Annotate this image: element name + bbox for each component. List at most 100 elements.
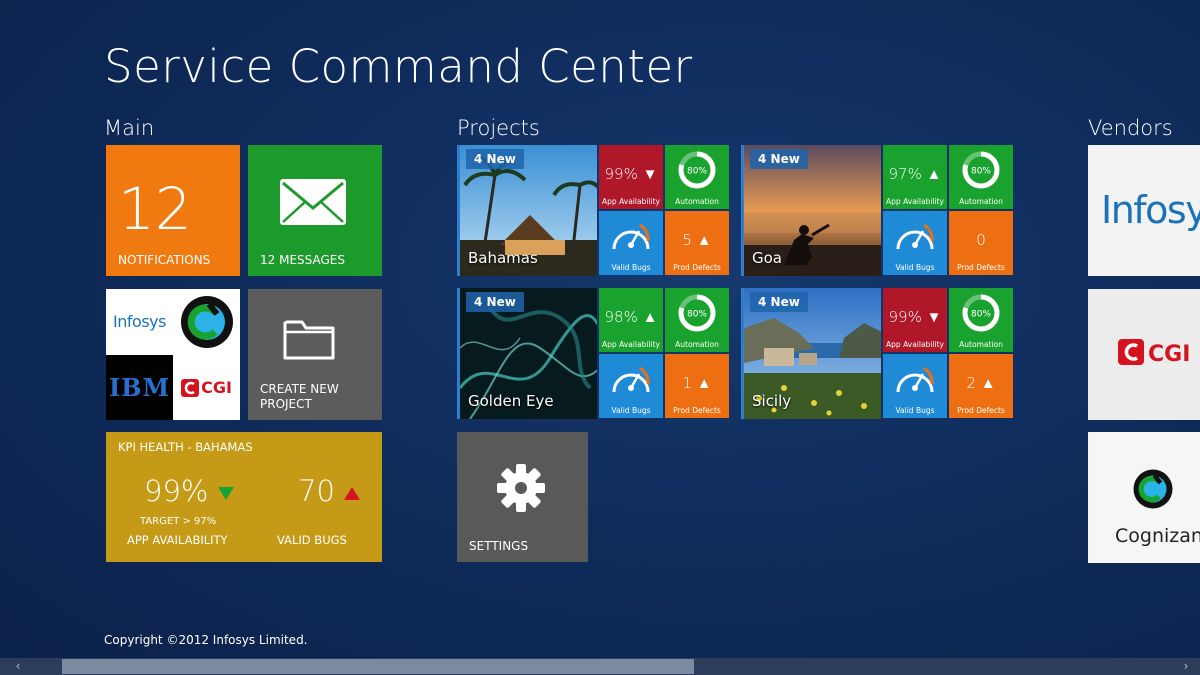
project-tile-goa[interactable]: 4 New Goa 97% ▲ App Availability 80% Aut… bbox=[741, 145, 1013, 276]
messages-tile[interactable]: 12 MESSAGES bbox=[248, 145, 382, 276]
gauge-icon bbox=[896, 223, 934, 250]
trend-down-icon: ▼ bbox=[642, 165, 658, 183]
project-image-golden-eye: 4 New Golden Eye bbox=[457, 288, 597, 419]
trend-up-icon bbox=[344, 487, 361, 500]
trend-down-icon: ▼ bbox=[926, 308, 942, 326]
kpi-availability-value: 99% bbox=[144, 474, 234, 508]
settings-tile[interactable]: SETTINGS bbox=[457, 432, 588, 562]
notifications-count: 12 bbox=[118, 175, 192, 243]
prod-defects-number: 5 bbox=[682, 231, 692, 249]
create-project-tile[interactable]: CREATE NEW PROJECT bbox=[248, 289, 382, 420]
vendor-tile-cognizant[interactable]: Cognizant bbox=[1088, 432, 1200, 563]
availability-number: 99% bbox=[604, 165, 638, 183]
cgi-logo-text: CGI bbox=[201, 378, 232, 397]
project-name: Bahamas bbox=[468, 249, 538, 267]
group-title-main: Main bbox=[104, 116, 155, 140]
new-badge: 4 New bbox=[466, 292, 524, 312]
project-image-bahamas: 4 New Bahamas bbox=[457, 145, 597, 276]
automation-label: Automation bbox=[959, 197, 1003, 206]
create-project-line2: PROJECT bbox=[260, 397, 312, 411]
automation-value: 80% bbox=[687, 167, 707, 177]
availability-number: 98% bbox=[604, 308, 638, 326]
progress-ring-icon: 80% bbox=[962, 294, 1000, 332]
automation-label: Automation bbox=[959, 340, 1003, 349]
availability-number: 99% bbox=[888, 308, 922, 326]
trend-down-icon bbox=[217, 487, 234, 500]
horizontal-scrollbar[interactable]: ‹ › bbox=[0, 658, 1200, 675]
gauge-icon bbox=[896, 366, 934, 393]
trend-up-icon: ▲ bbox=[696, 374, 712, 392]
prod-defects-number: 2 bbox=[966, 374, 976, 392]
mini-tile-prod-defects: 5 ▲ Prod Defects bbox=[665, 211, 729, 275]
trend-up-icon: ▲ bbox=[642, 308, 658, 326]
scroll-right-icon[interactable]: › bbox=[1176, 658, 1196, 675]
automation-label: Automation bbox=[675, 197, 719, 206]
vendor-logos-tile[interactable]: Infosys IBM CGI bbox=[106, 289, 240, 420]
gauge-icon bbox=[612, 223, 650, 250]
envelope-icon bbox=[280, 179, 346, 225]
automation-value: 80% bbox=[971, 167, 991, 177]
notifications-tile[interactable]: 12 NOTIFICATIONS bbox=[106, 145, 240, 276]
availability-value: 99% ▼ bbox=[599, 165, 663, 183]
create-project-line1: CREATE NEW bbox=[260, 382, 339, 396]
prod-defects-label: Prod Defects bbox=[957, 406, 1005, 415]
prod-defects-label: Prod Defects bbox=[957, 263, 1005, 272]
mini-tile-valid-bugs: Valid Bugs bbox=[599, 211, 663, 275]
folder-icon bbox=[283, 320, 335, 360]
prod-defects-value: 1 ▲ bbox=[665, 374, 729, 392]
project-name: Sicily bbox=[752, 392, 792, 410]
kpi-bugs-value: 70 bbox=[298, 474, 361, 508]
project-name: Goa bbox=[752, 249, 782, 267]
availability-value: 97% ▲ bbox=[883, 165, 947, 183]
mini-tile-prod-defects: 2 ▲ Prod Defects bbox=[949, 354, 1013, 418]
automation-value: 80% bbox=[687, 310, 707, 320]
new-badge: 4 New bbox=[750, 149, 808, 169]
ibm-logo-text: IBM bbox=[108, 373, 171, 402]
kpi-bugs-label: VALID BUGS bbox=[277, 533, 347, 547]
ibm-logo-cell: IBM bbox=[106, 355, 173, 420]
create-project-label: CREATE NEW PROJECT bbox=[260, 382, 339, 412]
availability-label: App Availability bbox=[602, 340, 660, 349]
group-title-vendors: Vendors bbox=[1088, 116, 1173, 140]
mini-tile-availability: 98% ▲ App Availability bbox=[599, 288, 663, 352]
prod-defects-value: 0 bbox=[976, 231, 986, 249]
cognizant-vendor-logo: Cognizant bbox=[1115, 525, 1200, 547]
availability-value: 99% ▼ bbox=[883, 308, 947, 326]
automation-value: 80% bbox=[971, 310, 991, 320]
new-badge: 4 New bbox=[466, 149, 524, 169]
mini-tile-valid-bugs: Valid Bugs bbox=[883, 211, 947, 275]
scrollbar-thumb[interactable] bbox=[62, 659, 694, 674]
notifications-label: NOTIFICATIONS bbox=[118, 253, 211, 267]
kpi-health-tile[interactable]: KPI HEALTH - BAHAMAS 99% TARGET > 97% AP… bbox=[106, 432, 382, 562]
mini-tile-automation: 80% Automation bbox=[665, 288, 729, 352]
prod-defects-number: 1 bbox=[682, 374, 692, 392]
scroll-left-icon[interactable]: ‹ bbox=[8, 658, 28, 675]
cognizant-logo-icon bbox=[180, 295, 233, 348]
prod-defects-label: Prod Defects bbox=[673, 406, 721, 415]
mini-tile-automation: 80% Automation bbox=[949, 288, 1013, 352]
new-badge: 4 New bbox=[750, 292, 808, 312]
trend-up-icon: ▲ bbox=[980, 374, 996, 392]
cognizant-logo-cell bbox=[173, 289, 240, 354]
infosys-logo-text: Infosys bbox=[113, 312, 166, 331]
mini-tile-availability: 97% ▲ App Availability bbox=[883, 145, 947, 209]
kpi-target: TARGET > 97% bbox=[140, 516, 217, 527]
valid-bugs-label: Valid Bugs bbox=[611, 406, 651, 415]
cgi-logo-cell: CGI bbox=[173, 355, 240, 420]
availability-label: App Availability bbox=[602, 197, 660, 206]
trend-up-icon: ▲ bbox=[696, 231, 712, 249]
valid-bugs-label: Valid Bugs bbox=[611, 263, 651, 272]
gauge-icon bbox=[612, 366, 650, 393]
vendor-tile-infosys[interactable]: Infosys bbox=[1088, 145, 1200, 276]
cognizant-logo-icon bbox=[1133, 469, 1173, 509]
vendor-tile-cgi[interactable]: CGI bbox=[1088, 289, 1200, 420]
automation-label: Automation bbox=[675, 340, 719, 349]
mini-tile-automation: 80% Automation bbox=[665, 145, 729, 209]
cgi-vendor-logo: CGI bbox=[1148, 342, 1191, 367]
project-tile-sicily[interactable]: 4 New Sicily 99% ▼ App Availability 80% … bbox=[741, 288, 1013, 419]
project-tile-bahamas[interactable]: 4 New Bahamas 99% ▼ App Availability 80%… bbox=[457, 145, 729, 276]
messages-label: 12 MESSAGES bbox=[260, 253, 345, 267]
mini-tile-availability: 99% ▼ App Availability bbox=[599, 145, 663, 209]
project-tile-golden-eye[interactable]: 4 New Golden Eye 98% ▲ App Availability … bbox=[457, 288, 729, 419]
copyright: Copyright ©2012 Infosys Limited. bbox=[104, 633, 308, 647]
